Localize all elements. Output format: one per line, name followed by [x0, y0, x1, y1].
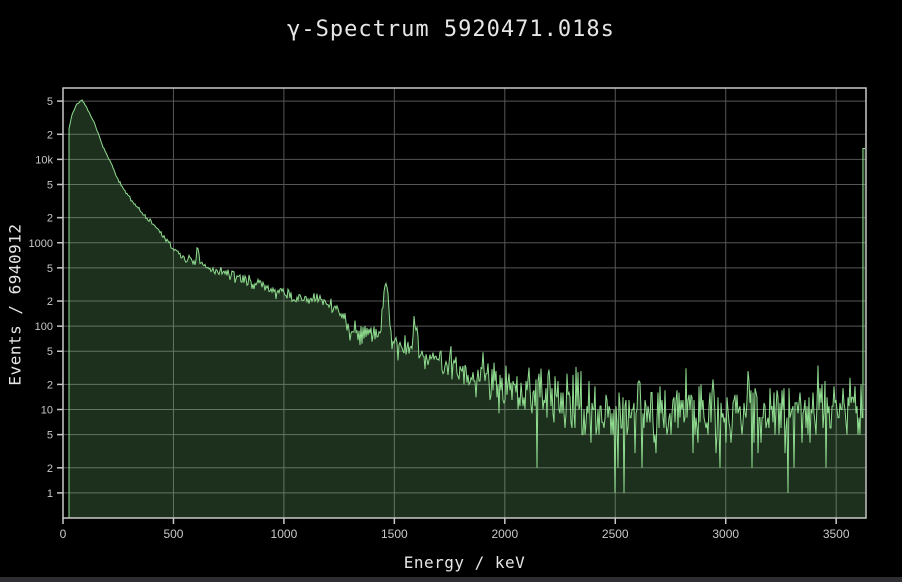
- y-tick-label: 2: [47, 129, 53, 141]
- y-tick-label: 2: [47, 213, 53, 225]
- x-tick-label: 1500: [381, 527, 408, 541]
- spectrum-fill: [69, 100, 865, 518]
- x-tick-label: 500: [163, 527, 183, 541]
- x-tick-label: 0: [60, 527, 67, 541]
- x-tick-label: 2000: [491, 527, 518, 541]
- x-tick-label: 3000: [712, 527, 739, 541]
- y-tick-label: 5: [47, 96, 53, 108]
- y-tick-label: 10: [41, 405, 53, 417]
- x-axis-label: Energy / keV: [63, 553, 866, 572]
- x-tick-label: 2500: [602, 527, 629, 541]
- y-tick-label: 2: [47, 463, 53, 475]
- window-edge-strip: [0, 577, 902, 582]
- y-tick-label: 5: [47, 179, 53, 191]
- y-tick-label: 5: [47, 346, 53, 358]
- y-tick-label: 2: [47, 379, 53, 391]
- y-tick-label: 5: [47, 430, 53, 442]
- x-tick-label: 1000: [271, 527, 298, 541]
- y-tick-label: 2: [47, 296, 53, 308]
- y-tick-label: 1: [47, 488, 53, 500]
- plot-area[interactable]: 1 2 5 10 2 5 100 2 5 1000 2 5 10k 2 5 0 500 1000 1500 2000 2…: [0, 0, 902, 582]
- y-tick-label: 5: [47, 263, 53, 275]
- y-tick-label: 1000: [29, 238, 53, 250]
- x-tick-label: 3500: [823, 527, 850, 541]
- y-tick-label: 100: [35, 321, 53, 333]
- y-tick-label: 10k: [35, 154, 53, 166]
